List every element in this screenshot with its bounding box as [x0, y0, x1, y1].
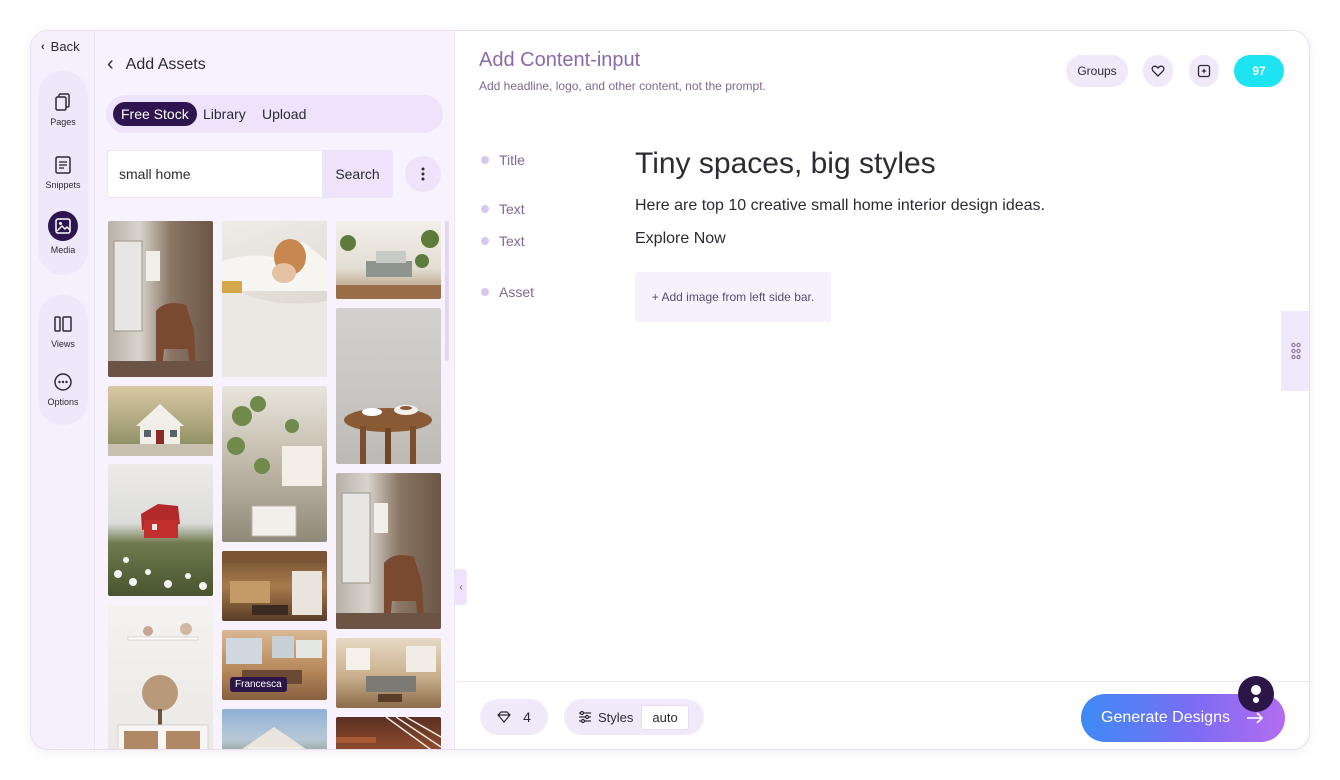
rail-group-primary: Pages Snippets Media [38, 71, 88, 275]
image-thumbnail[interactable] [336, 221, 441, 299]
drag-handle[interactable] [1281, 311, 1309, 391]
search-input[interactable] [108, 151, 322, 197]
field-label-text-1: Text [481, 201, 525, 217]
diamond-icon [497, 711, 511, 723]
image-thumbnail[interactable] [222, 386, 327, 542]
tab-free-stock[interactable]: Free Stock [113, 102, 197, 126]
chevron-left-icon: ‹ [41, 40, 45, 53]
image-thumbnail[interactable] [108, 605, 213, 749]
credits-badge[interactable]: 97 [1234, 55, 1284, 87]
image-thumbnail[interactable]: Francesca [222, 630, 327, 700]
image-thumbnail[interactable] [336, 638, 441, 708]
heart-icon [1151, 65, 1165, 77]
text-field-description[interactable]: Here are top 10 creative small home inte… [635, 197, 1045, 215]
bullet-dot [481, 237, 489, 245]
options-icon [54, 373, 72, 391]
image-thumbnail[interactable] [108, 386, 213, 456]
app-window: ‹ Back Pages Snippets Media Views Option… [30, 30, 1310, 750]
assets-header[interactable]: ‹ Add Assets [107, 53, 206, 76]
asset-source-tabs: Free Stock Library Upload [106, 95, 443, 133]
generate-label: Generate Designs [1101, 709, 1230, 726]
tab-upload[interactable]: Upload [254, 102, 314, 126]
ai-settings-button[interactable] [1189, 55, 1219, 87]
stock-image-grid: Francesca [95, 217, 453, 749]
back-button[interactable]: ‹ Back [41, 39, 80, 54]
image-thumbnail[interactable] [222, 221, 327, 377]
add-asset-dropzone[interactable]: + Add image from left side bar. [635, 272, 831, 322]
bullet-dot [481, 205, 489, 213]
field-label-text: Title [499, 152, 525, 168]
tab-library[interactable]: Library [195, 102, 254, 126]
styles-selector[interactable]: Styles auto [564, 699, 704, 735]
field-label-text: Text [499, 201, 525, 217]
assistant-button[interactable] [1238, 676, 1274, 712]
back-label: Back [50, 39, 80, 54]
left-rail: ‹ Back Pages Snippets Media Views Option… [31, 31, 95, 749]
design-count-button[interactable]: 4 [480, 699, 548, 735]
arrow-right-icon [1246, 712, 1264, 724]
field-label-asset: Asset [481, 284, 534, 300]
content-editor: Add Content-input Add headline, logo, an… [456, 31, 1309, 749]
footer-bar: 4 Styles auto Generate Designs [456, 676, 1309, 749]
search-button[interactable]: Search [322, 151, 392, 197]
image-thumbnail[interactable] [108, 464, 213, 596]
rail-item-label: Pages [50, 117, 76, 127]
snippets-icon [55, 156, 71, 174]
rail-item-label: Media [50, 245, 76, 255]
favorite-button[interactable] [1143, 55, 1173, 87]
rail-item-snippets[interactable]: Snippets [38, 154, 88, 190]
field-label-text: Asset [499, 284, 535, 300]
styles-value[interactable]: auto [641, 704, 689, 730]
search-box: Search [107, 150, 393, 198]
rail-item-options[interactable]: Options [38, 371, 88, 407]
rail-item-label: Options [47, 397, 79, 407]
chevron-left-icon: ‹ [107, 53, 114, 75]
image-thumbnail[interactable] [108, 221, 213, 377]
rail-group-secondary: Views Options [38, 295, 88, 425]
page-subtitle: Add headline, logo, and other content, n… [479, 79, 766, 93]
rail-item-label: Views [51, 339, 75, 349]
image-thumbnail[interactable] [336, 473, 441, 629]
groups-button[interactable]: Groups [1066, 55, 1128, 87]
field-label-title: Title [481, 152, 525, 168]
image-thumbnail[interactable] [336, 717, 441, 749]
more-options-button[interactable] [405, 156, 441, 192]
sparkle-box-icon [1197, 64, 1211, 78]
page-title: Add Content-input [479, 49, 641, 71]
assets-scrollbar[interactable] [445, 221, 449, 361]
media-icon [48, 211, 78, 241]
assistant-icon [1251, 685, 1261, 703]
image-thumbnail[interactable] [222, 709, 327, 749]
photo-credit-badge: Francesca [230, 677, 287, 692]
views-icon [54, 316, 72, 332]
bullet-dot [481, 156, 489, 164]
design-count: 4 [523, 709, 531, 725]
image-thumbnail[interactable] [222, 551, 327, 621]
rail-item-label: Snippets [45, 180, 81, 190]
pages-icon [55, 93, 70, 111]
title-field[interactable]: Tiny spaces, big styles [635, 147, 936, 181]
rail-item-pages[interactable]: Pages [38, 91, 88, 127]
kebab-icon [421, 167, 425, 181]
text-field-cta[interactable]: Explore Now [635, 230, 726, 248]
bullet-dot [481, 288, 489, 296]
image-thumbnail[interactable] [336, 308, 441, 464]
assets-panel: ‹ Add Assets Free Stock Library Upload S… [95, 31, 455, 749]
sliders-icon [579, 710, 591, 724]
assets-title: Add Assets [125, 55, 206, 73]
field-label-text-2: Text [481, 233, 525, 249]
rail-item-views[interactable]: Views [38, 313, 88, 349]
rail-item-media[interactable]: Media [38, 211, 88, 255]
styles-label: Styles [598, 709, 634, 725]
drag-grip-icon [1291, 342, 1301, 360]
field-label-text: Text [499, 233, 525, 249]
